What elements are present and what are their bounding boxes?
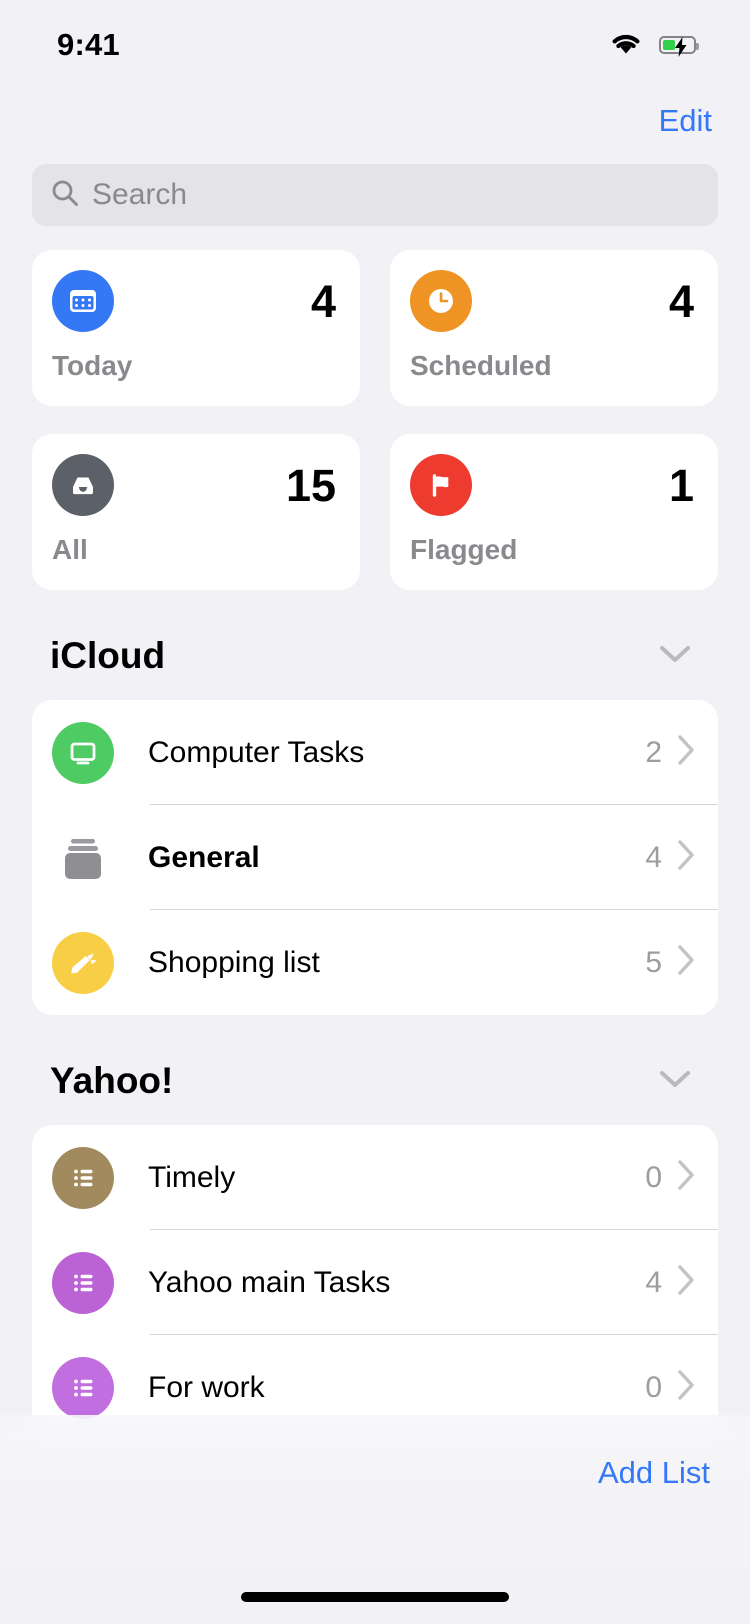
status-time: 9:41 [57,27,120,62]
list-card-icloud: Computer Tasks 2 General 4 Shopping list… [32,700,718,1015]
chevron-down-icon[interactable] [650,636,700,677]
smart-card-flagged[interactable]: 1 Flagged [390,434,718,590]
smart-card-label: Scheduled [410,350,552,381]
smart-card-label: Today [52,350,133,381]
clock-icon [410,270,472,332]
display-icon [52,721,114,784]
chevron-right-icon [676,943,696,982]
search-container: Search [0,164,750,226]
flag-icon [410,454,472,516]
list-bullet-icon [52,1146,114,1209]
search-input[interactable]: Search [32,164,718,226]
status-indicators [609,30,699,60]
list-bullet-icon [52,1356,114,1419]
list-row-title: General [148,840,260,874]
list-row-count: 2 [645,735,662,769]
wifi-icon [609,30,643,60]
smart-card-count: 4 [310,275,336,327]
section-header-yahoo[interactable]: Yahoo! [0,1053,750,1109]
reminders-screen: 9:41 Edit Search 4 Today 4 Scheduled 15 … [0,0,750,1624]
list-row-computer-tasks[interactable]: Computer Tasks 2 [32,700,718,805]
chevron-right-icon [676,1263,696,1302]
list-row-title: Yahoo main Tasks [148,1265,391,1299]
home-indicator[interactable] [241,1592,509,1602]
list-row-general[interactable]: General 4 [32,805,718,910]
section-icloud: iCloud Computer Tasks 2 General 4 Shoppi… [0,628,750,1015]
inbox-icon [52,454,114,516]
add-list-row: Add List [0,1415,750,1495]
group-stack-icon [52,827,114,889]
chevron-down-icon[interactable] [650,1061,700,1102]
smart-list-grid: 4 Today 4 Scheduled 15 All 1 Flagged [0,250,750,590]
status-bar: 9:41 [0,0,750,84]
list-row-count: 4 [645,1265,662,1299]
chevron-right-icon [676,838,696,877]
list-row-title: Timely [148,1160,236,1194]
smart-card-scheduled[interactable]: 4 Scheduled [390,250,718,406]
smart-card-all[interactable]: 15 All [32,434,360,590]
search-placeholder: Search [92,178,188,211]
list-row-title: Computer Tasks [148,735,365,769]
list-row-title: Shopping list [148,945,320,979]
smart-card-label: All [52,534,88,565]
list-row-timely[interactable]: Timely 0 [32,1125,718,1230]
list-row-shopping-list[interactable]: Shopping list 5 [32,910,718,1015]
edit-button[interactable]: Edit [657,99,714,143]
list-row-yahoo-main-tasks[interactable]: Yahoo main Tasks 4 [32,1230,718,1335]
smart-card-count: 4 [668,275,694,327]
section-yahoo: Yahoo! Timely 0 Yahoo main Tasks 4 For w… [0,1053,750,1440]
list-row-count: 5 [645,945,662,979]
list-bullet-icon [52,1251,114,1314]
search-icon [50,178,80,213]
battery-charging-icon [659,36,699,57]
carrot-icon [52,931,114,994]
smart-card-label: Flagged [410,534,518,565]
list-row-title: For work [148,1370,265,1404]
smart-card-today[interactable]: 4 Today [32,250,360,406]
add-list-button[interactable]: Add List [596,1451,712,1495]
smart-card-count: 15 [285,459,336,511]
chevron-right-icon [676,733,696,772]
calendar-icon [52,270,114,332]
section-title: iCloud [50,635,166,676]
chevron-right-icon [676,1158,696,1197]
list-row-count: 0 [645,1370,662,1404]
list-card-yahoo: Timely 0 Yahoo main Tasks 4 For work 0 [32,1125,718,1440]
bottom-toolbar: Add List [0,1415,750,1624]
navigation-bar: Edit [0,84,750,158]
section-title: Yahoo! [50,1060,174,1101]
list-row-count: 0 [645,1160,662,1194]
section-header-icloud[interactable]: iCloud [0,628,750,684]
list-row-count: 4 [645,840,662,874]
smart-card-count: 1 [668,459,694,511]
chevron-right-icon [676,1368,696,1407]
